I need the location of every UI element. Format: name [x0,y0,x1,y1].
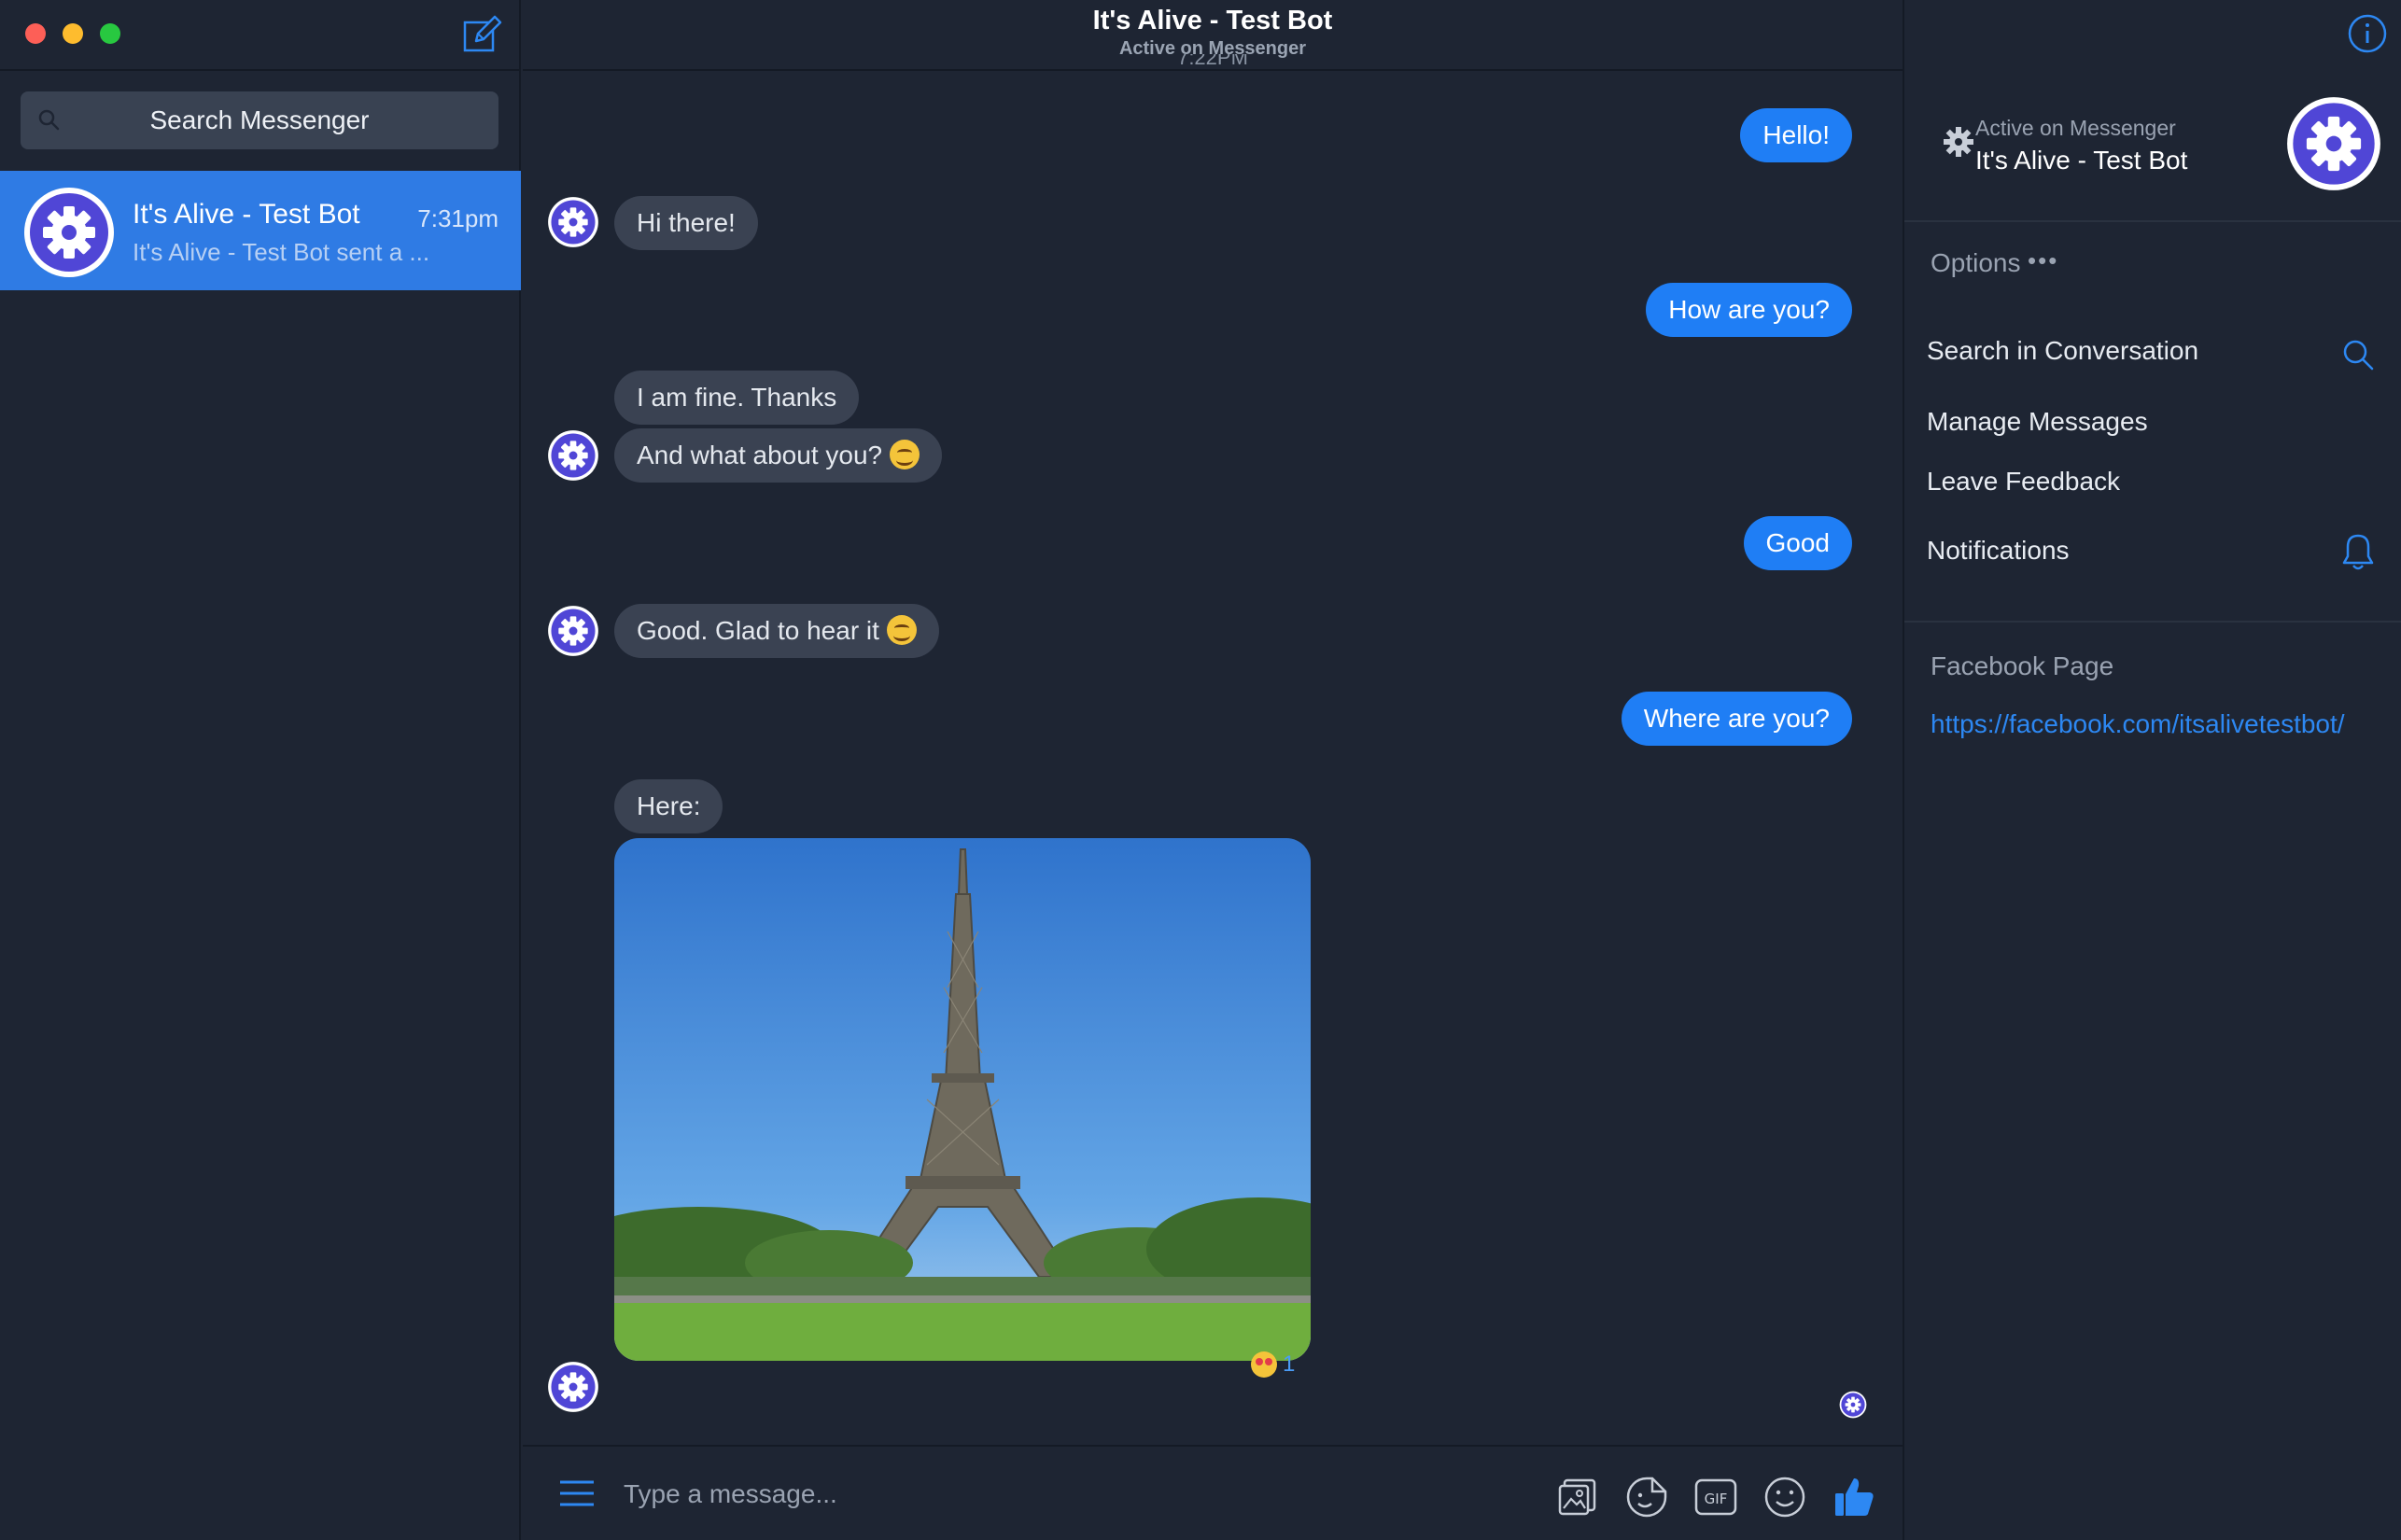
bot-avatar [547,605,599,657]
smile-emoji-icon [886,614,917,645]
gear-icon[interactable] [1942,125,1975,159]
gif-icon[interactable]: GIF [1693,1475,1738,1519]
window-maximize-button[interactable] [100,23,120,44]
message-outgoing[interactable]: How are you? [1646,283,1852,337]
message-incoming[interactable]: Hi there! [614,196,758,250]
search-messenger[interactable] [21,91,498,149]
emoji-icon[interactable] [1762,1475,1807,1519]
options-more-icon[interactable]: ••• [2028,246,2058,275]
svg-text:GIF: GIF [1705,1491,1728,1507]
bot-avatar [547,196,599,248]
conversation-pane: It's Alive - Test Bot Active on Messenge… [523,0,1903,1540]
message-text: And what about you? [637,441,883,469]
message-incoming[interactable]: And what about you? [614,428,943,483]
seen-indicator-avatar [1839,1391,1867,1419]
message-outgoing[interactable]: Where are you? [1621,692,1852,746]
message-incoming[interactable]: I am fine. Thanks [614,371,860,425]
info-icon[interactable] [2347,13,2388,54]
conversation-title: It's Alive - Test Bot [1092,6,1333,35]
profile-status: Active on Messenger [1975,116,2176,140]
message-incoming[interactable]: Good. Glad to hear it [614,604,939,658]
profile-name: It's Alive - Test Bot [1975,146,2188,175]
conversation-name: It's Alive - Test Bot [133,199,360,230]
conversation-time: 7:31pm [417,204,498,232]
search-input[interactable] [21,91,498,149]
sidebar: It's Alive - Test Bot 7:31pm It's Alive … [0,0,521,1540]
facebook-page-heading: Facebook Page [1931,651,2114,680]
option-notifications[interactable]: Notifications [1927,536,2070,566]
option-leave-feedback[interactable]: Leave Feedback [1927,467,2120,497]
facebook-page-link[interactable]: https://facebook.com/itsalivetestbot/ [1931,709,2345,739]
bot-avatar[interactable] [2285,95,2382,192]
option-search-in-conversation[interactable]: Search in Conversation [1927,336,2198,366]
message-composer: GIF [523,1445,1903,1540]
bot-avatar [547,1361,599,1413]
conversation-item[interactable]: It's Alive - Test Bot 7:31pm It's Alive … [0,171,521,290]
like-thumbs-up-icon[interactable] [1832,1475,1876,1519]
message-incoming[interactable]: Here: [614,779,723,833]
message-text: Good. Glad to hear it [637,616,879,645]
smile-emoji-icon [890,439,920,469]
reaction-count: 1 [1283,1351,1296,1377]
message-outgoing[interactable]: Hello! [1740,108,1852,162]
bot-avatar [547,429,599,482]
message-input[interactable] [624,1469,1426,1519]
profile-header: Active on Messenger It's Alive - Test Bo… [1904,73,2401,222]
menu-icon[interactable] [558,1478,596,1508]
divider [1904,621,2401,623]
bot-avatar [22,186,116,279]
sticker-icon[interactable] [1624,1475,1669,1519]
options-heading: Options [1931,248,2021,277]
window-close-button[interactable] [25,23,46,44]
sidebar-toolbar [0,0,519,71]
bell-icon[interactable] [2339,532,2377,573]
photo-icon[interactable] [1555,1475,1600,1519]
search-icon[interactable] [2339,336,2377,373]
compose-icon[interactable] [461,15,502,56]
heart-eyes-emoji-icon [1251,1351,1277,1378]
message-outgoing[interactable]: Good [1743,516,1852,570]
conversation-snippet: It's Alive - Test Bot sent a ... [133,238,430,266]
message-reaction[interactable]: 1 [1251,1351,1295,1378]
conversation-info-panel: Active on Messenger It's Alive - Test Bo… [1903,0,2401,1540]
window-minimize-button[interactable] [63,23,83,44]
eiffel-tower-photo[interactable] [614,838,1311,1361]
option-manage-messages[interactable]: Manage Messages [1927,407,2148,437]
message-timestamp: 7:22PM [1177,54,1248,69]
